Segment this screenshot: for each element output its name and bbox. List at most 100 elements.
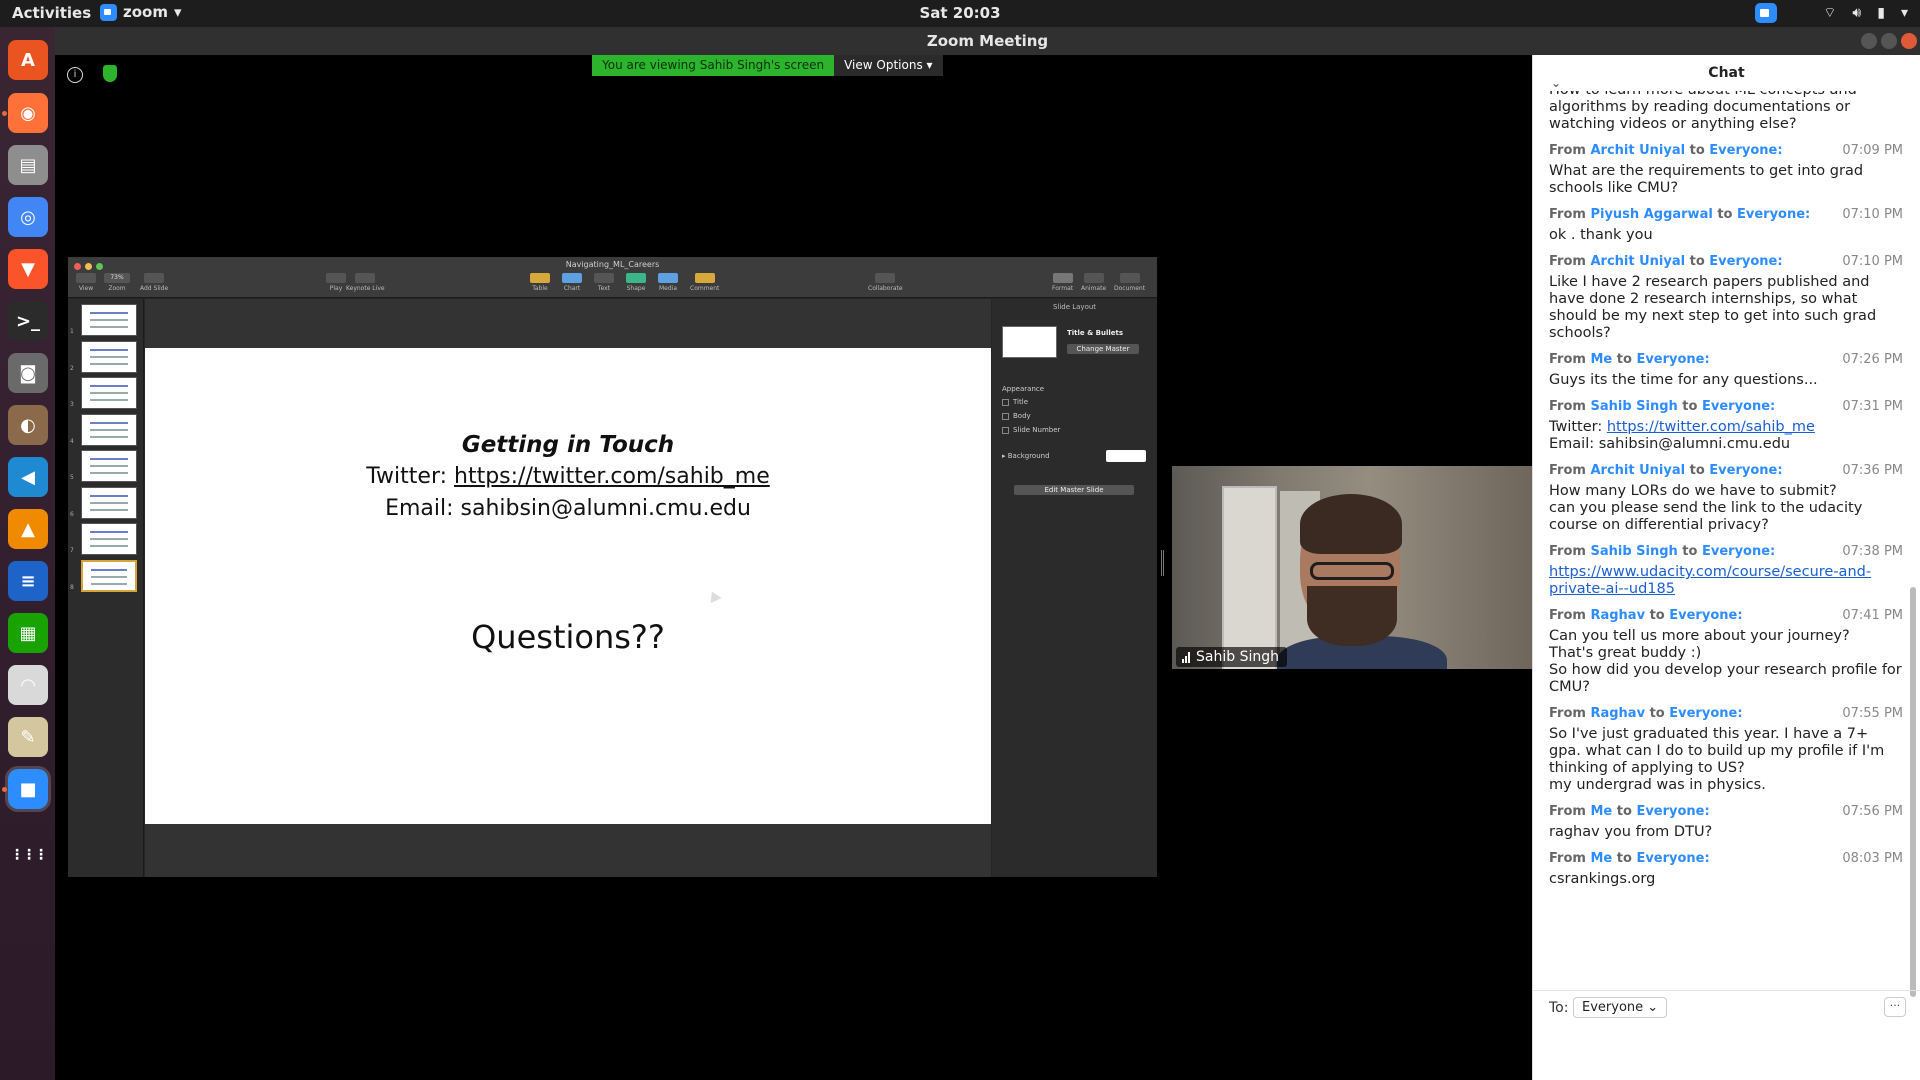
chat-message[interactable]: How to learn more about ML concepts and … — [1549, 91, 1903, 133]
slide-thumbnail[interactable] — [81, 413, 137, 446]
encryption-shield-icon[interactable] — [103, 65, 117, 82]
slide-thumbnail[interactable] — [81, 304, 137, 336]
chat-timestamp: 07:10 PM — [1842, 207, 1903, 222]
view-tool[interactable]: View — [76, 273, 96, 292]
slide-thumbnail[interactable] — [81, 450, 137, 482]
chat-sender-name: Me — [1590, 804, 1613, 819]
edit-master-slide-button[interactable]: Edit Master Slide — [1014, 485, 1134, 495]
chat-sender-name: Archit Uniyal — [1590, 254, 1686, 269]
dock-firefox-icon[interactable]: ◉ — [8, 93, 48, 133]
dock-camera-icon[interactable]: ◙ — [8, 353, 48, 393]
chat-message-header: From Me to Everyone: 07:56 PM — [1549, 804, 1903, 824]
chat-message[interactable]: From Me to Everyone: 07:26 PM Guys its the… — [1549, 352, 1903, 389]
viewing-screen-label: You are viewing Sahib Singh's screen — [592, 55, 835, 76]
dock-text-editor-icon[interactable]: ✎ — [8, 717, 48, 757]
media-tool[interactable]: Media — [658, 273, 678, 292]
title-checkbox[interactable]: Title — [1002, 398, 1028, 406]
system-tray[interactable]: ⌔ 🔊︎ ▮ ▾ — [1755, 3, 1908, 23]
recipient-dropdown[interactable]: Everyone ⌄ — [1573, 997, 1668, 1018]
chat-message-body: Can you tell us more about your journey?… — [1549, 628, 1902, 695]
comment-tool[interactable]: Comment — [690, 273, 719, 292]
shape-tool[interactable]: Shape — [626, 273, 646, 292]
chat-message[interactable]: From Archit Uniyal to Everyone: 07:10 PM L… — [1549, 254, 1903, 342]
add-slide-tool[interactable]: Add Slide — [140, 273, 168, 292]
minimize-button[interactable] — [1861, 33, 1877, 49]
chat-sender-name: Archit Uniyal — [1590, 143, 1686, 158]
dock-shotwell-icon[interactable]: ◐ — [8, 405, 48, 445]
chat-message[interactable]: From Archit Uniyal to Everyone: 07:09 PM W… — [1549, 143, 1903, 197]
chat-message[interactable]: From Me to Everyone: 08:03 PM csrankings.o… — [1549, 851, 1903, 888]
chat-message[interactable]: From Raghav to Everyone: 07:41 PM Can you … — [1549, 608, 1903, 696]
dock-brave-icon[interactable]: ▼ — [8, 249, 48, 289]
format-tool[interactable]: Format — [1052, 273, 1073, 292]
slide-twitter-line: Twitter: https://twitter.com/sahib_me — [366, 464, 770, 489]
collaborate-tool[interactable]: Collaborate — [868, 273, 903, 292]
dock-writer-icon[interactable]: ≡ — [8, 561, 48, 601]
split-resize-handle[interactable] — [1161, 550, 1164, 576]
dock-show-apps-icon[interactable]: ⋮⋮⋮ — [8, 835, 48, 875]
chart-tool[interactable]: Chart — [562, 273, 582, 292]
text-tool[interactable]: Text — [594, 273, 614, 292]
view-options-button[interactable]: View Options ▾ — [834, 55, 943, 76]
battery-icon: ▮ — [1877, 5, 1885, 21]
chat-sender-name: Archit Uniyal — [1590, 463, 1686, 478]
slide-navigator[interactable]: 1 2 3 4 5 6 7 8 — [68, 299, 144, 877]
body-checkbox[interactable]: Body — [1002, 412, 1031, 420]
background-row[interactable]: ▸ Background — [1002, 452, 1050, 460]
clock[interactable]: Sat 20:03 — [0, 4, 1920, 22]
chat-link[interactable]: https://twitter.com/sahib_me — [1607, 419, 1815, 435]
chat-timestamp: 07:26 PM — [1842, 352, 1903, 367]
chat-message[interactable]: From Raghav to Everyone: 07:55 PM So I've … — [1549, 706, 1903, 794]
zoom-tool[interactable]: 73% Zoom — [104, 273, 130, 292]
dock-evince-icon[interactable]: ◠ — [8, 665, 48, 705]
chat-sender-name: Sahib Singh — [1590, 544, 1678, 559]
dock-ubuntu-software-icon[interactable]: A — [8, 40, 48, 80]
table-tool[interactable]: Table — [530, 273, 550, 292]
dock-chrome-icon[interactable]: ◎ — [8, 197, 48, 237]
dock-vlc-icon[interactable]: ▲ — [8, 509, 48, 549]
background-color-swatch[interactable] — [1106, 450, 1146, 462]
chat-sender-name: Me — [1590, 851, 1613, 866]
appearance-heading: Appearance — [1002, 385, 1045, 393]
chat-message[interactable]: From Sahib Singh to Everyone: 07:38 PM htt… — [1549, 544, 1903, 598]
chat-message[interactable]: From Piyush Aggarwal to Everyone: 07:10 P… — [1549, 207, 1903, 244]
dock-vscode-icon[interactable]: ◀ — [8, 457, 48, 497]
document-tool[interactable]: Document — [1114, 273, 1145, 292]
chat-message[interactable]: From Me to Everyone: 07:56 PM raghav you f… — [1549, 804, 1903, 841]
dock-terminal-icon[interactable]: >_ — [8, 301, 48, 341]
window-title: Zoom Meeting — [926, 32, 1049, 50]
change-master-button[interactable]: Change Master — [1067, 344, 1139, 354]
dock: A ◉ ▤ ◎ ▼ >_ ◙ ◐ ◀ ▲ ≡ ▦ ◠ ✎ ■ ⋮⋮⋮ — [0, 27, 55, 1080]
dock-calc-icon[interactable]: ▦ — [8, 613, 48, 653]
maximize-button[interactable] — [1881, 33, 1897, 49]
chat-message[interactable]: From Sahib Singh to Everyone: 07:31 PM Twi… — [1549, 399, 1903, 453]
close-button[interactable] — [1901, 33, 1917, 49]
chat-scrollbar[interactable] — [1910, 587, 1916, 997]
slide-thumbnail-number: 6 — [70, 510, 74, 518]
layout-name: Title & Bullets — [1067, 329, 1124, 337]
slide-thumbnail[interactable] — [81, 377, 137, 409]
format-inspector: Slide Layout Title & Bullets Change Mast… — [992, 299, 1157, 877]
keynote-live-tool[interactable]: Keynote Live — [346, 273, 385, 292]
chat-timestamp: 07:41 PM — [1842, 608, 1903, 623]
animate-tool[interactable]: Animate — [1081, 273, 1106, 292]
chat-recipient: Everyone: — [1636, 851, 1710, 866]
chat-message-list[interactable]: How to learn more about ML concepts and … — [1533, 91, 1920, 1021]
slide-thumbnail[interactable] — [81, 340, 137, 373]
chat-link[interactable]: https://www.udacity.com/course/secure-an… — [1549, 564, 1871, 597]
volume-icon: 🔊︎ — [1852, 5, 1862, 21]
participant-video-tile[interactable]: Sahib Singh — [1172, 466, 1532, 669]
dock-files-icon[interactable]: ▤ — [8, 145, 48, 185]
more-options-button[interactable]: ··· — [1884, 997, 1906, 1017]
slide-thumbnail[interactable] — [81, 559, 137, 592]
play-tool[interactable]: Play — [326, 273, 346, 292]
zoom-tray-icon[interactable] — [1755, 3, 1778, 23]
chat-message[interactable]: From Archit Uniyal to Everyone: 07:36 PM H… — [1549, 463, 1903, 534]
slide-thumbnail[interactable] — [81, 523, 137, 555]
slide-thumbnail[interactable] — [81, 486, 137, 519]
slide-number-checkbox[interactable]: Slide Number — [1002, 426, 1060, 434]
chevron-down-icon: ▾ — [1900, 5, 1908, 21]
chat-sender-name: Me — [1590, 352, 1613, 367]
dock-zoom-icon[interactable]: ■ — [5, 766, 51, 812]
info-icon[interactable]: i — [67, 67, 83, 83]
